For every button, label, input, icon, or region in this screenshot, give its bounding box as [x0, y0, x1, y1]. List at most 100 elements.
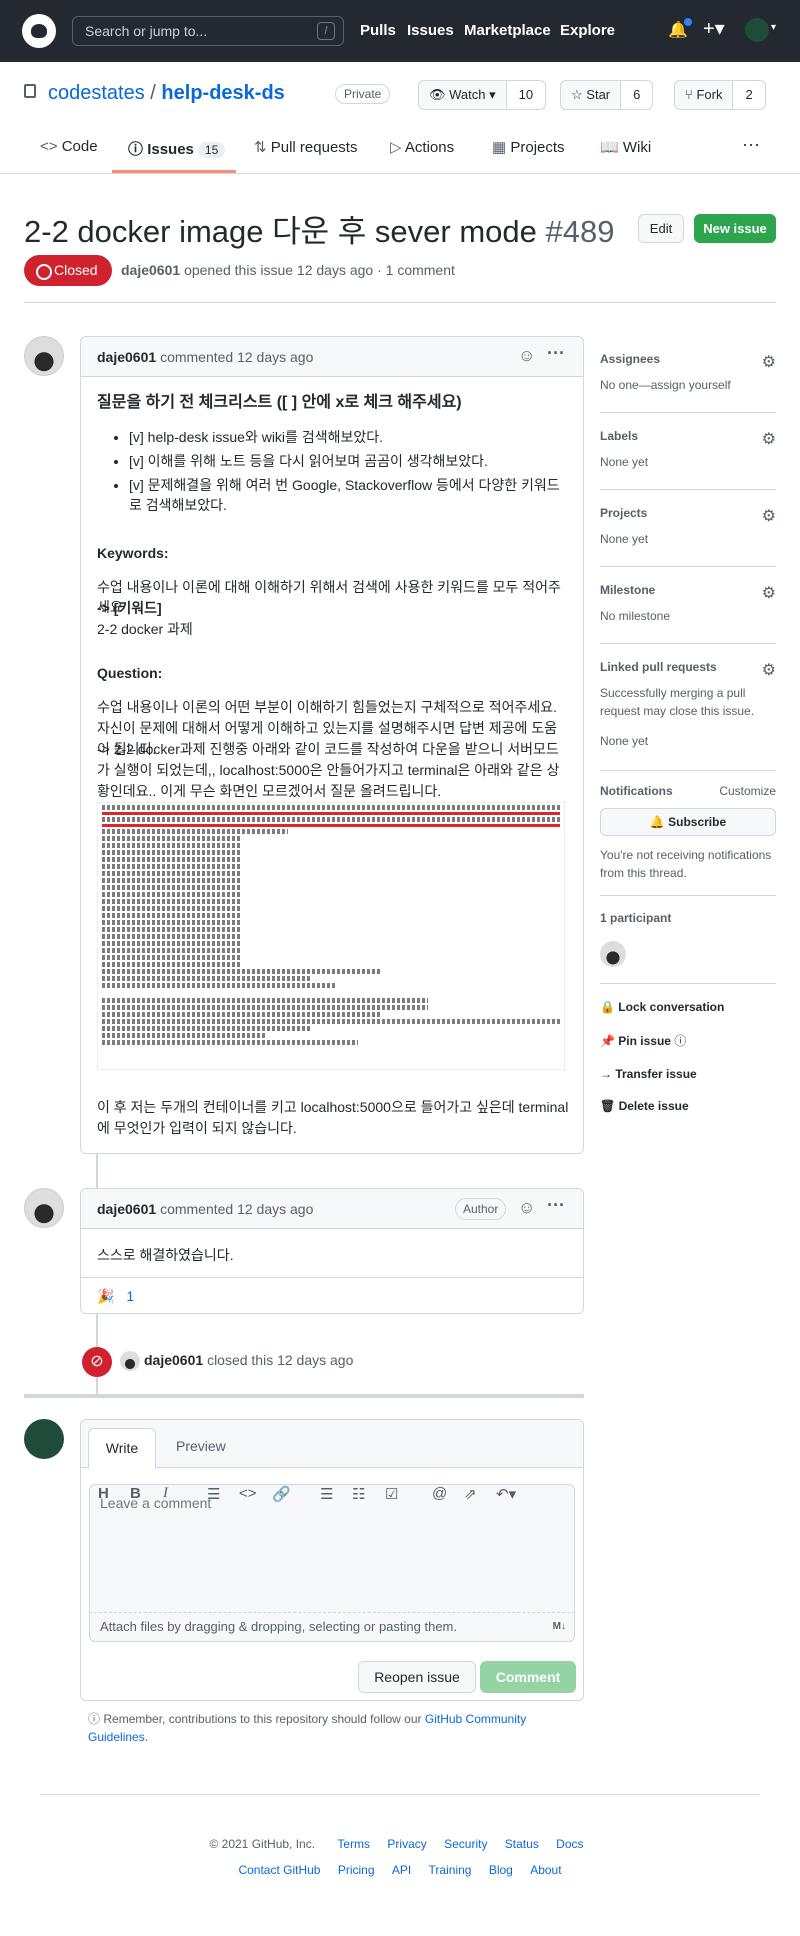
comment-submit-button[interactable]: Comment: [480, 1661, 576, 1693]
sidebar-assignees: Assignees ⚙ No one—assign yourself: [600, 352, 776, 394]
star-button[interactable]: ☆ Star 6: [560, 80, 654, 110]
issue-author-link[interactable]: daje0601: [121, 262, 180, 278]
heading-icon[interactable]: H: [98, 1485, 109, 1502]
delete-issue-link[interactable]: 🗑 Delete issue: [600, 1099, 776, 1113]
link-icon[interactable]: 🔗: [272, 1485, 291, 1503]
comment-author-link[interactable]: daje0601: [97, 349, 156, 365]
watch-button[interactable]: 👁 Watch ▾ 10: [418, 80, 547, 110]
bold-icon[interactable]: B: [130, 1485, 141, 1502]
subscribe-button[interactable]: 🔔 Subscribe: [600, 808, 776, 836]
more-tabs-kebab-icon[interactable]: ···: [742, 134, 760, 155]
tab-wiki[interactable]: 📖 Wiki: [600, 138, 651, 156]
quote-icon[interactable]: ☰: [207, 1485, 220, 1503]
fork-label: Fork: [696, 87, 723, 102]
tab-actions[interactable]: ▷ Actions: [390, 138, 454, 156]
mention-icon[interactable]: @: [432, 1485, 447, 1502]
fork-button[interactable]: ⑂ Fork 2: [674, 80, 766, 110]
linked-prs-title[interactable]: Linked pull requests: [600, 660, 776, 674]
checklist-heading: 질문을 하기 전 체크리스트 ([ ] 안에 x로 체크 해주세요): [97, 394, 462, 411]
issue-body-comment: daje0601 commented 12 days ago ☺ ··· 질문을…: [80, 336, 584, 1154]
notifications-status: You're not receiving notifications from …: [600, 848, 772, 880]
footer-row-1: © 2021 GitHub, Inc. Terms Privacy Securi…: [0, 1837, 800, 1851]
projects-title[interactable]: Projects: [600, 506, 776, 520]
participant-avatar[interactable]: [600, 941, 626, 967]
pin-issue-link[interactable]: 📌 Pin issue ⓘ: [600, 1032, 776, 1049]
pull-request-icon: ⇅: [254, 139, 267, 156]
issue-meta: daje0601 opened this issue 12 days ago ·…: [121, 262, 455, 278]
reactions-divider: [81, 1277, 583, 1278]
comment-options-kebab-icon[interactable]: ···: [547, 343, 565, 364]
labels-title[interactable]: Labels: [600, 429, 776, 443]
footer-link-api[interactable]: API: [392, 1863, 411, 1877]
comment-options-kebab-icon[interactable]: ···: [547, 1195, 565, 1216]
cross-reference-icon[interactable]: ⇗: [464, 1485, 477, 1503]
footer-link-blog[interactable]: Blog: [489, 1863, 513, 1877]
terminal-screenshot-image[interactable]: [97, 802, 565, 1070]
nav-marketplace[interactable]: Marketplace: [464, 22, 551, 39]
gear-icon[interactable]: ⚙: [762, 583, 776, 603]
nav-pulls[interactable]: Pulls: [360, 22, 396, 39]
repo-name-link[interactable]: help-desk-ds: [161, 82, 284, 104]
footer-link-security[interactable]: Security: [444, 1837, 487, 1851]
avatar-caret-icon[interactable]: ▾: [771, 22, 776, 33]
reopen-issue-button[interactable]: Reopen issue: [358, 1661, 476, 1693]
checklist-item: [v] 이해를 위해 노트 등을 다시 읽어보며 곰곰이 생각해보았다.: [129, 451, 567, 471]
numbered-list-icon[interactable]: ☷: [352, 1485, 365, 1503]
saved-replies-icon[interactable]: ↶▾: [496, 1485, 516, 1503]
italic-icon[interactable]: I: [163, 1485, 168, 1502]
event-actor-avatar[interactable]: [120, 1351, 140, 1371]
add-reaction-smiley-icon[interactable]: ☺: [518, 346, 535, 366]
new-issue-button[interactable]: New issue: [694, 214, 776, 243]
footer-link-docs[interactable]: Docs: [556, 1837, 583, 1851]
write-tab[interactable]: Write: [88, 1428, 156, 1469]
code-icon: <>: [40, 138, 58, 155]
bulleted-list-icon[interactable]: ☰: [320, 1485, 333, 1503]
event-actor-link[interactable]: daje0601: [144, 1352, 203, 1368]
comment-author-link[interactable]: daje0601: [97, 1201, 156, 1217]
comment-author-avatar[interactable]: [24, 336, 64, 376]
footer-link-privacy[interactable]: Privacy: [387, 1837, 426, 1851]
gear-icon[interactable]: ⚙: [762, 429, 776, 449]
code-icon[interactable]: <>: [239, 1485, 257, 1502]
tab-code[interactable]: <> Code: [40, 138, 98, 155]
task-list-icon[interactable]: ☑: [385, 1485, 398, 1503]
github-logo-icon[interactable]: [22, 14, 56, 48]
add-reaction-smiley-icon[interactable]: ☺: [518, 1198, 535, 1218]
reaction-count: 1: [126, 1288, 135, 1304]
tada-reaction-button[interactable]: 🎉 1: [91, 1283, 140, 1309]
preview-tab[interactable]: Preview: [176, 1438, 226, 1454]
lock-conversation-link[interactable]: 🔒 Lock conversation: [600, 1000, 776, 1014]
gear-icon[interactable]: ⚙: [762, 660, 776, 680]
transfer-issue-link[interactable]: → Transfer issue: [600, 1067, 776, 1081]
tab-issues[interactable]: ⓘ Issues 15: [128, 138, 226, 159]
info-icon[interactable]: ⓘ: [674, 1034, 686, 1048]
footer-link-training[interactable]: Training: [429, 1863, 472, 1877]
assignees-value[interactable]: No one—assign yourself: [600, 376, 776, 394]
star-count[interactable]: 6: [620, 81, 653, 109]
gear-icon[interactable]: ⚙: [762, 506, 776, 526]
labels-value: None yet: [600, 455, 649, 469]
milestone-title[interactable]: Milestone: [600, 583, 776, 597]
footer-link-pricing[interactable]: Pricing: [338, 1863, 375, 1877]
search-input[interactable]: Search or jump to... /: [72, 16, 344, 46]
gear-icon[interactable]: ⚙: [762, 352, 776, 372]
edit-title-button[interactable]: Edit: [638, 214, 684, 243]
footer-link-status[interactable]: Status: [505, 1837, 539, 1851]
footer-link-contact[interactable]: Contact GitHub: [238, 1863, 320, 1877]
tab-pull-requests[interactable]: ⇅ Pull requests: [254, 138, 357, 156]
fork-count[interactable]: 2: [732, 81, 765, 109]
create-new-plus-icon[interactable]: +▾: [703, 16, 725, 41]
assignees-title[interactable]: Assignees: [600, 352, 776, 366]
issue-meta-text: opened this issue 12 days ago · 1 commen…: [184, 262, 455, 278]
tab-projects[interactable]: ▦ Projects: [492, 138, 565, 156]
watch-count[interactable]: 10: [505, 81, 546, 109]
nav-issues[interactable]: Issues: [407, 22, 454, 39]
footer-link-about[interactable]: About: [530, 1863, 561, 1877]
user-avatar-icon[interactable]: [745, 18, 769, 42]
nav-explore[interactable]: Explore: [560, 22, 615, 39]
repo-owner-link[interactable]: codestates: [48, 82, 145, 104]
footer-link-terms[interactable]: Terms: [337, 1837, 370, 1851]
attach-files-dropzone[interactable]: Attach files by dragging & dropping, sel…: [89, 1612, 575, 1642]
customize-link[interactable]: Customize: [719, 784, 776, 798]
comment-author-avatar[interactable]: [24, 1188, 64, 1228]
